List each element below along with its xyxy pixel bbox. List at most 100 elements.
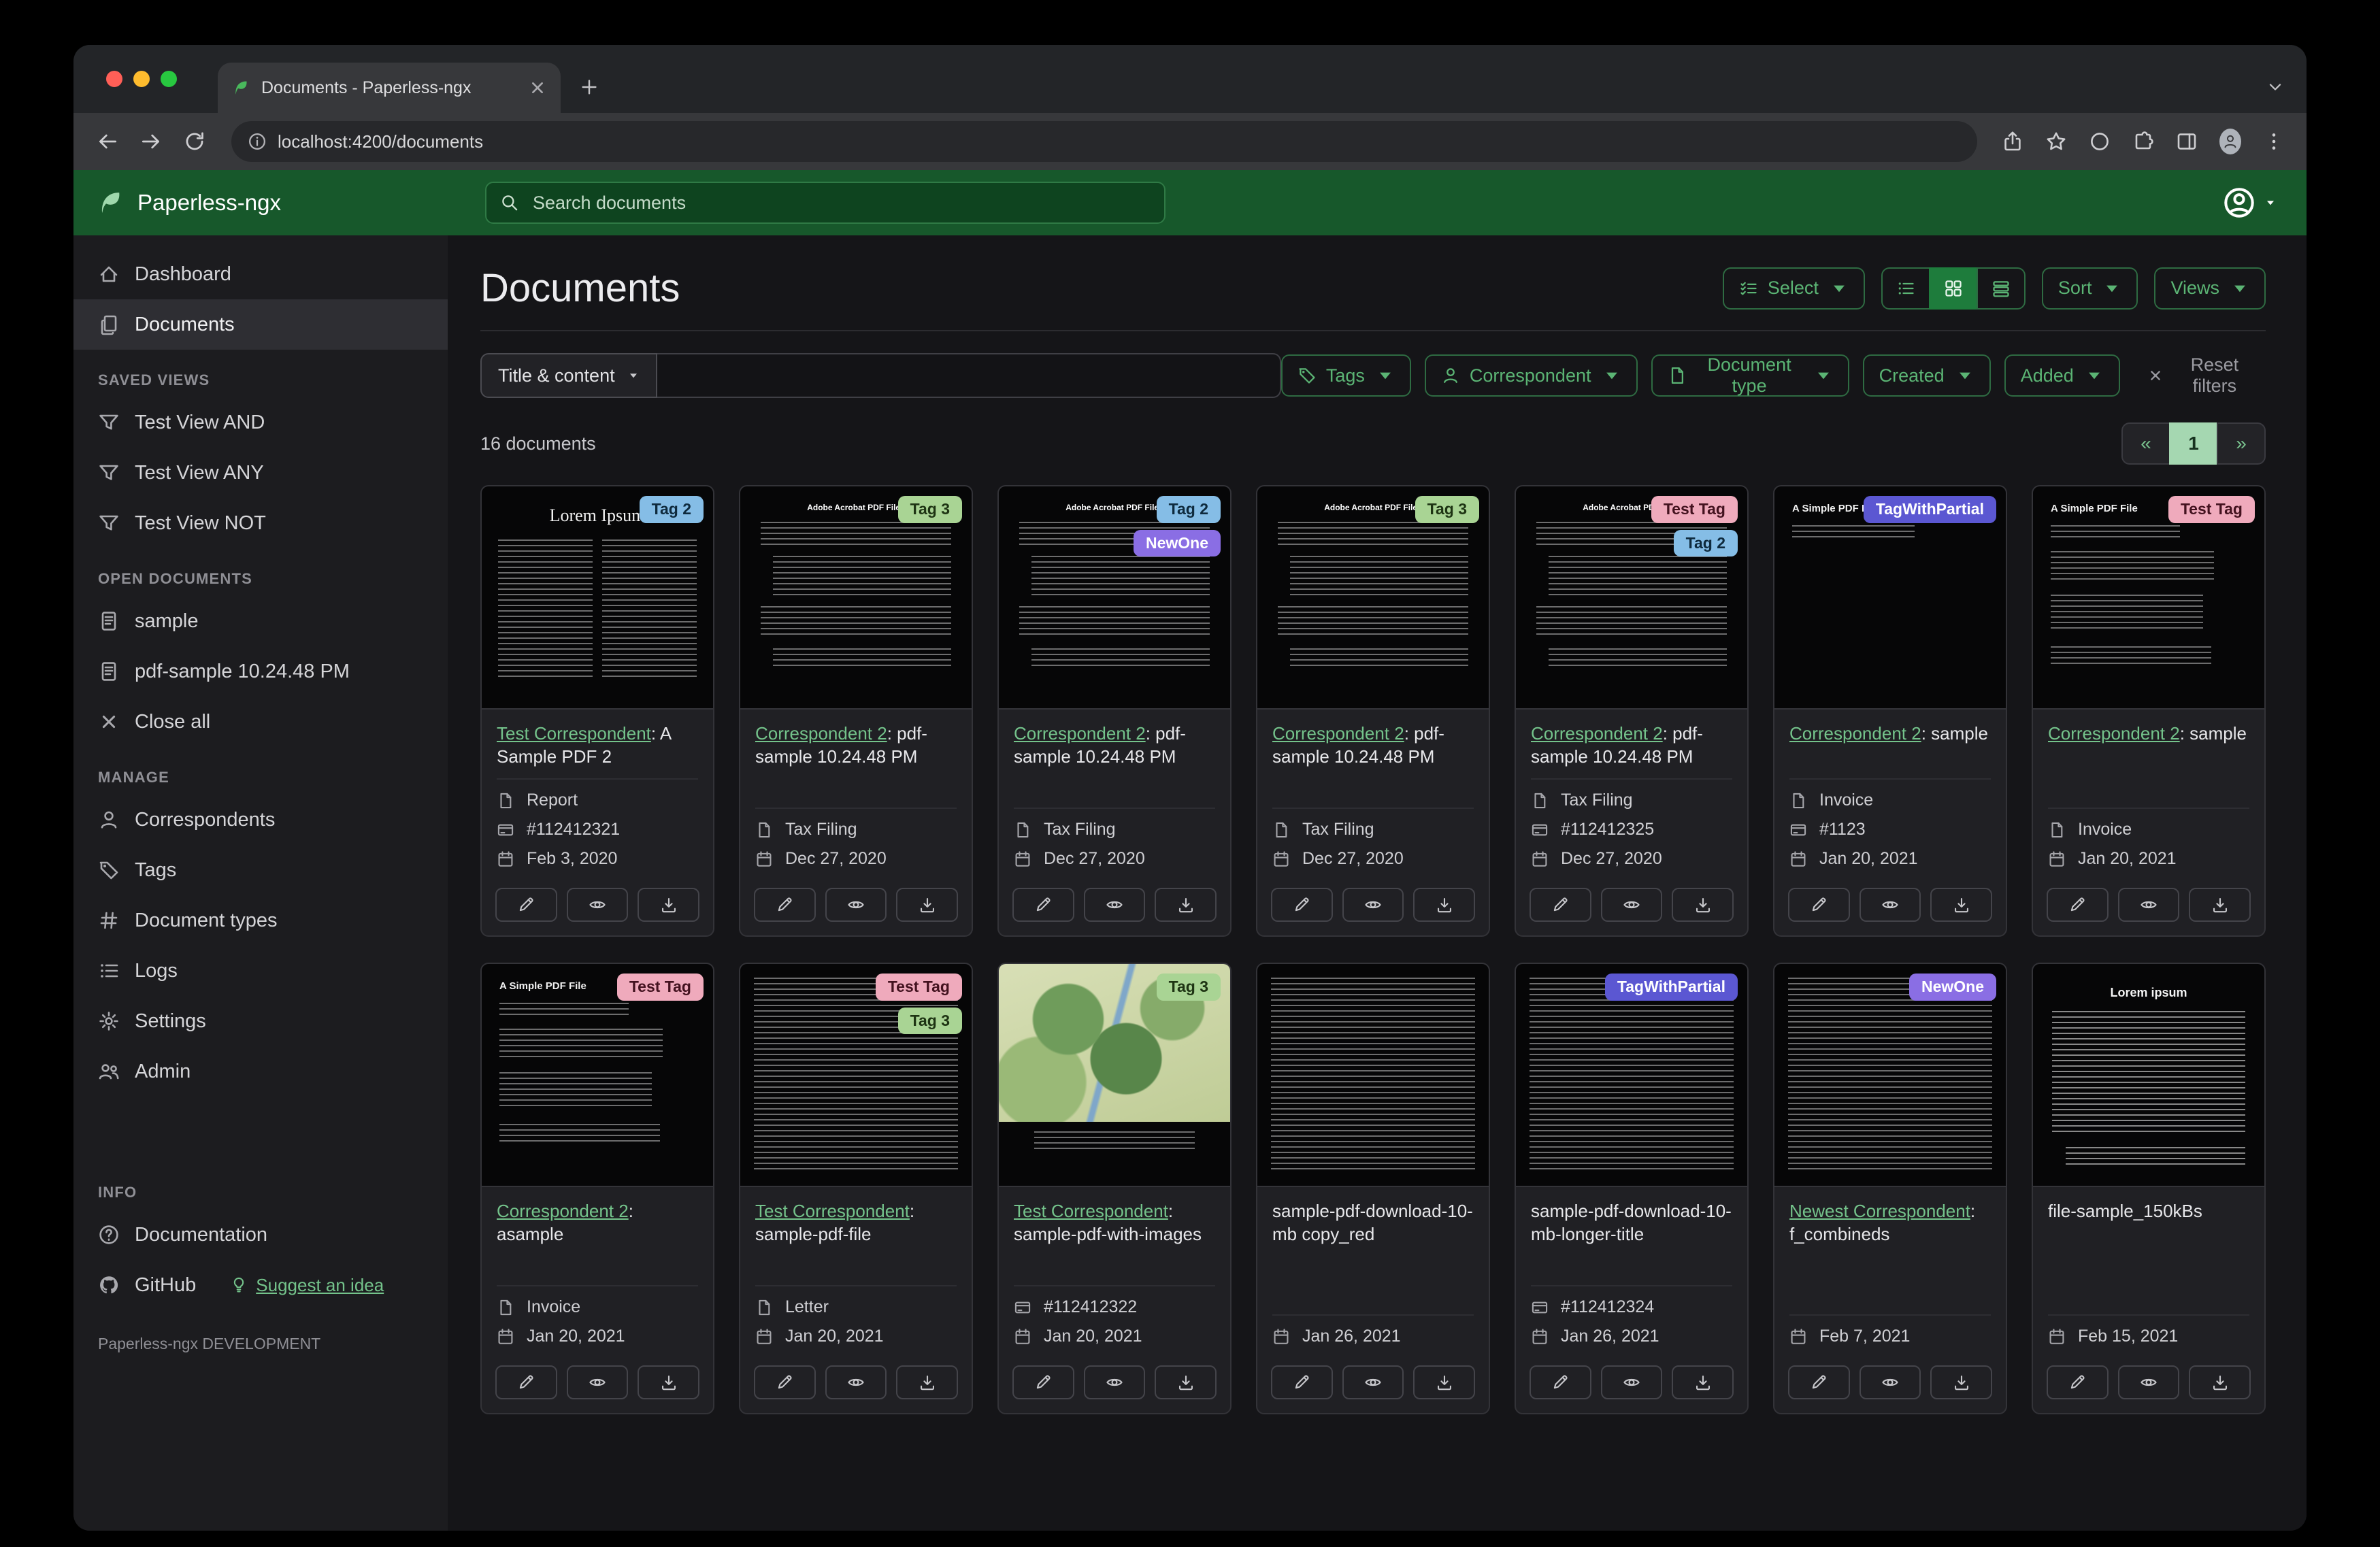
document-thumbnail[interactable]: TagWithPartial xyxy=(1516,964,1747,1187)
document-title[interactable]: Correspondent 2: asample xyxy=(497,1199,698,1246)
new-tab-button[interactable] xyxy=(569,67,610,107)
sidebar-item-document-types[interactable]: Document types xyxy=(73,895,448,946)
document-title[interactable]: Correspondent 2: sample xyxy=(1789,722,1991,745)
preview-button[interactable] xyxy=(566,888,629,922)
download-button[interactable] xyxy=(1930,888,1993,922)
view-grid-button[interactable] xyxy=(1928,267,1978,310)
sidebar-item-documents[interactable]: Documents xyxy=(73,299,448,350)
sidebar-item-settings[interactable]: Settings xyxy=(73,996,448,1046)
tab-close-icon[interactable] xyxy=(528,78,547,97)
preview-button[interactable] xyxy=(1342,1365,1404,1399)
side-panel-button[interactable] xyxy=(2168,122,2206,161)
preview-button[interactable] xyxy=(1600,888,1663,922)
pagination-next-button[interactable]: » xyxy=(2217,422,2266,465)
tag-badge[interactable]: Test Tag xyxy=(1651,496,1738,523)
sidebar-item-documentation[interactable]: Documentation xyxy=(73,1210,448,1260)
sidebar-open-doc-pdf-sample[interactable]: pdf-sample 10.24.48 PM xyxy=(73,646,448,697)
document-title[interactable]: Correspondent 2: sample xyxy=(2048,722,2249,745)
document-title[interactable]: Test Correspondent: sample-pdf-with-imag… xyxy=(1014,1199,1215,1246)
tag-badge[interactable]: Tag 3 xyxy=(897,496,962,523)
suggest-idea-link[interactable]: Suggest an idea xyxy=(230,1275,384,1296)
minimize-window-button[interactable] xyxy=(133,71,150,87)
correspondent-link[interactable]: Newest Correspondent xyxy=(1789,1201,1970,1221)
download-button[interactable] xyxy=(1155,888,1217,922)
edit-button[interactable] xyxy=(1788,888,1850,922)
view-detail-button[interactable] xyxy=(1976,267,2026,310)
document-title[interactable]: Correspondent 2: pdf-sample 10.24.48 PM xyxy=(1014,722,1215,769)
download-button[interactable] xyxy=(1930,1365,1993,1399)
preview-button[interactable] xyxy=(2117,888,2180,922)
preview-button[interactable] xyxy=(1600,1365,1663,1399)
document-title[interactable]: sample-pdf-download-10-mb copy_red xyxy=(1272,1199,1474,1246)
download-button[interactable] xyxy=(1672,888,1734,922)
tag-badge[interactable]: Tag 3 xyxy=(1156,974,1221,1001)
tag-badge[interactable]: Tag 2 xyxy=(1673,529,1738,557)
correspondent-link[interactable]: Correspondent 2 xyxy=(1014,723,1146,744)
preview-button[interactable] xyxy=(1859,888,1921,922)
preview-button[interactable] xyxy=(1342,888,1404,922)
download-button[interactable] xyxy=(896,1365,959,1399)
sidebar-item-correspondents[interactable]: Correspondents xyxy=(73,795,448,845)
filter-field-button[interactable]: Title & content xyxy=(480,353,657,398)
document-thumbnail[interactable]: Tag 3 xyxy=(999,964,1230,1187)
pagination-page-1[interactable]: 1 xyxy=(2169,422,2218,465)
zoom-window-button[interactable] xyxy=(161,71,177,87)
edit-button[interactable] xyxy=(1012,1365,1074,1399)
tag-badge[interactable]: Tag 3 xyxy=(897,1007,962,1035)
download-button[interactable] xyxy=(896,888,959,922)
edit-button[interactable] xyxy=(495,888,557,922)
edit-button[interactable] xyxy=(2047,888,2109,922)
document-thumbnail[interactable]: Test Tag Tag 3 xyxy=(740,964,972,1187)
tags-filter-button[interactable]: Tags xyxy=(1280,354,1411,397)
edit-button[interactable] xyxy=(1530,888,1591,922)
download-button[interactable] xyxy=(1155,1365,1217,1399)
edit-button[interactable] xyxy=(1012,888,1074,922)
tag-badge[interactable]: Tag 2 xyxy=(639,496,704,523)
document-thumbnail[interactable] xyxy=(1257,964,1489,1187)
sidebar-saved-view-and[interactable]: Test View AND xyxy=(73,397,448,448)
edit-button[interactable] xyxy=(1271,1365,1333,1399)
document-title[interactable]: Correspondent 2: pdf-sample 10.24.48 PM xyxy=(755,722,957,769)
preview-button[interactable] xyxy=(825,888,887,922)
correspondent-link[interactable]: Correspondent 2 xyxy=(1531,723,1663,744)
document-thumbnail[interactable]: Adobe Acrobat PDF Files Tag 2 NewOne xyxy=(999,486,1230,710)
site-info-icon[interactable] xyxy=(248,132,267,151)
correspondent-link[interactable]: Test Correspondent xyxy=(1014,1201,1168,1221)
download-button[interactable] xyxy=(1413,888,1476,922)
filter-text-input[interactable] xyxy=(657,353,1281,398)
document-title[interactable]: Correspondent 2: pdf-sample 10.24.48 PM xyxy=(1531,722,1732,769)
back-button[interactable] xyxy=(87,121,128,162)
document-title[interactable]: Newest Correspondent: f_combineds xyxy=(1789,1199,1991,1246)
document-thumbnail[interactable]: Adobe Acrobat PDF Files Test Tag Tag 2 xyxy=(1516,486,1747,710)
edit-button[interactable] xyxy=(1271,888,1333,922)
document-thumbnail[interactable]: Adobe Acrobat PDF Files Tag 3 xyxy=(1257,486,1489,710)
edit-button[interactable] xyxy=(754,888,816,922)
share-button[interactable] xyxy=(1994,122,2032,161)
document-title[interactable]: file-sample_150kBs xyxy=(2048,1199,2249,1222)
profile-button[interactable] xyxy=(2211,122,2249,161)
edit-button[interactable] xyxy=(495,1365,557,1399)
sidebar-close-all[interactable]: Close all xyxy=(73,697,448,747)
edit-button[interactable] xyxy=(754,1365,816,1399)
preview-button[interactable] xyxy=(1859,1365,1921,1399)
correspondent-link[interactable]: Correspondent 2 xyxy=(1789,723,1921,744)
preview-button[interactable] xyxy=(1083,888,1146,922)
document-thumbnail[interactable]: Lorem Ipsum Tag 2 xyxy=(482,486,713,710)
document-thumbnail[interactable]: NewOne xyxy=(1774,964,2006,1187)
tag-badge[interactable]: NewOne xyxy=(1133,529,1221,557)
tag-badge[interactable]: TagWithPartial xyxy=(1863,496,1996,523)
tag-badge[interactable]: Test Tag xyxy=(2168,496,2255,523)
sidebar-item-dashboard[interactable]: Dashboard xyxy=(73,249,448,299)
document-title[interactable]: Correspondent 2: pdf-sample 10.24.48 PM xyxy=(1272,722,1474,769)
correspondent-link[interactable]: Test Correspondent xyxy=(497,723,651,744)
preview-button[interactable] xyxy=(825,1365,887,1399)
select-button[interactable]: Select xyxy=(1722,267,1865,310)
close-window-button[interactable] xyxy=(106,71,122,87)
correspondent-link[interactable]: Test Correspondent xyxy=(755,1201,910,1221)
tag-badge[interactable]: TagWithPartial xyxy=(1604,974,1738,1001)
forward-button[interactable] xyxy=(131,121,171,162)
sort-button[interactable]: Sort xyxy=(2041,267,2138,310)
sidebar-item-logs[interactable]: Logs xyxy=(73,946,448,996)
document-thumbnail[interactable]: A Simple PDF File Test Tag xyxy=(482,964,713,1187)
download-button[interactable] xyxy=(1672,1365,1734,1399)
